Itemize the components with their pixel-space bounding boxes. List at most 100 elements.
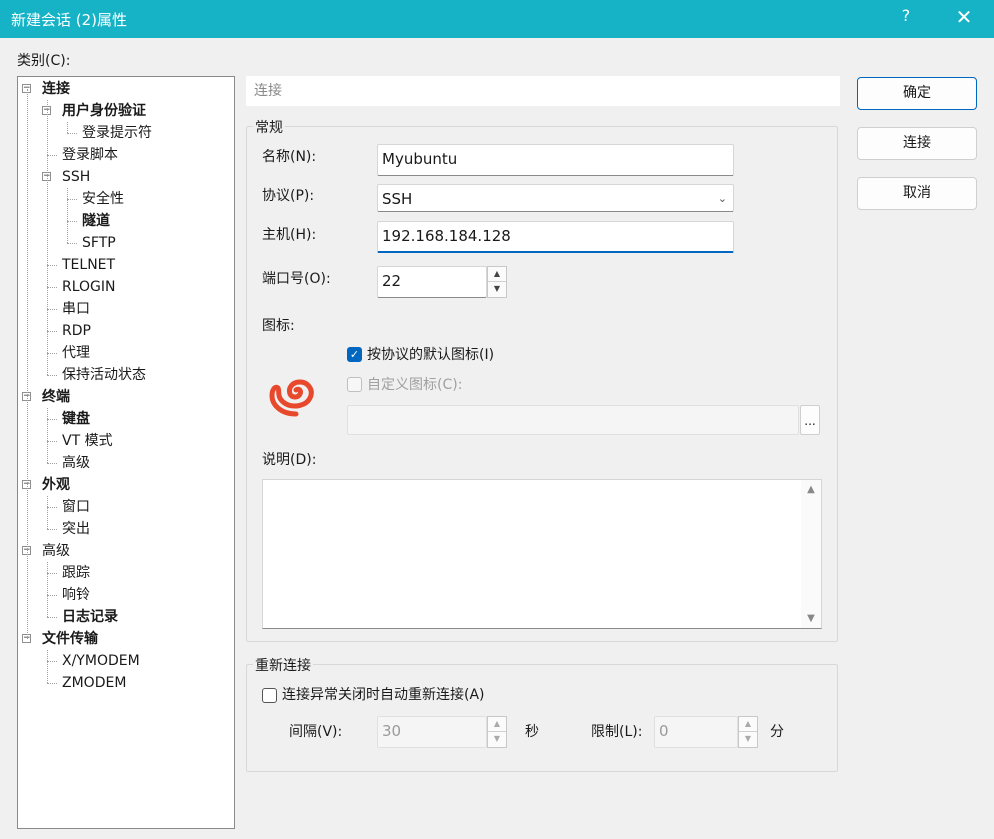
tree-connector	[47, 529, 57, 530]
category-label: 类别(C):	[17, 53, 71, 69]
tree-connector	[47, 331, 57, 332]
category-tree[interactable]: − 连接 − 用户身份验证 登录提示符 登录脚本 − SSH 安全性 隧道 SFTP TELNET RL…	[17, 76, 235, 829]
spin-up-icon[interactable]: ▲	[739, 717, 757, 732]
tree-item[interactable]: 高级	[42, 540, 70, 562]
limit-label: 限制(L):	[591, 724, 643, 740]
close-icon[interactable]: ✕	[952, 5, 976, 31]
tree-connector	[47, 661, 57, 662]
name-label: 名称(N):	[262, 149, 317, 165]
tree-item[interactable]: 连接	[42, 78, 70, 100]
tree-connector	[47, 309, 57, 310]
auto-reconnect-label[interactable]: 连接异常关闭时自动重新连接(A)	[282, 685, 485, 705]
spin-down-icon[interactable]: ▼	[488, 732, 506, 747]
interval-spinner[interactable]: ▲ ▼	[487, 716, 507, 748]
tree-item[interactable]: 文件传输	[42, 628, 98, 650]
custom-icon-path	[347, 405, 799, 435]
port-label: 端口号(O):	[262, 271, 331, 287]
spin-down-icon[interactable]: ▼	[488, 282, 506, 297]
window-title: 新建会话 (2)属性	[11, 11, 128, 29]
tree-guide	[47, 496, 48, 529]
tree-connector	[67, 133, 77, 134]
section-header: 连接	[246, 76, 840, 106]
description-label: 说明(D):	[262, 452, 317, 468]
tree-connector	[67, 221, 77, 222]
tree-item[interactable]: 代理	[62, 342, 90, 364]
tree-connector	[67, 243, 77, 244]
port-input[interactable]: 22	[377, 266, 487, 298]
tree-item[interactable]: VT 模式	[62, 430, 113, 452]
limit-unit: 分	[770, 724, 784, 740]
reconnect-group-title: 重新连接	[253, 655, 313, 675]
tree-item[interactable]: 隧道	[82, 210, 110, 232]
tree-item[interactable]: 键盘	[62, 408, 90, 430]
tree-item[interactable]: 高级	[62, 452, 90, 474]
spin-up-icon[interactable]: ▲	[488, 717, 506, 732]
tree-item[interactable]: RLOGIN	[62, 276, 116, 298]
host-input[interactable]: 192.168.184.128	[377, 221, 734, 253]
port-spinner[interactable]: ▲ ▼	[487, 266, 507, 298]
limit-spinner[interactable]: ▲ ▼	[738, 716, 758, 748]
tree-item[interactable]: 保持活动状态	[62, 364, 146, 386]
custom-icon-checkbox[interactable]	[347, 377, 362, 392]
description-scrollbar[interactable]: ▲ ▼	[801, 480, 821, 628]
tree-item[interactable]: X/YMODEM	[62, 650, 140, 672]
description-textarea[interactable]: ▲ ▼	[262, 479, 822, 629]
tree-item[interactable]: 窗口	[62, 496, 90, 518]
name-input[interactable]: Myubuntu	[377, 144, 734, 176]
tree-connector	[47, 265, 57, 266]
host-label: 主机(H):	[262, 227, 317, 243]
general-group-title: 常规	[253, 117, 285, 137]
tree-item[interactable]: 用户身份验证	[62, 100, 146, 122]
tree-item[interactable]: RDP	[62, 320, 91, 342]
tree-guide	[27, 89, 28, 639]
protocol-value: SSH	[382, 190, 413, 208]
tree-connector	[47, 419, 57, 420]
tree-item[interactable]: ZMODEM	[62, 672, 126, 694]
scroll-up-icon[interactable]: ▲	[801, 484, 821, 495]
interval-input[interactable]: 30	[377, 716, 487, 748]
tree-item[interactable]: SFTP	[82, 232, 116, 254]
tree-connector	[47, 375, 57, 376]
help-icon[interactable]: ?	[896, 6, 916, 30]
tree-connector	[47, 287, 57, 288]
tree-item[interactable]: 响铃	[62, 584, 90, 606]
tree-connector	[47, 595, 57, 596]
tree-item[interactable]: TELNET	[62, 254, 115, 276]
spin-up-icon[interactable]: ▲	[488, 267, 506, 282]
tree-item[interactable]: 突出	[62, 518, 90, 540]
ok-button[interactable]: 确定	[857, 77, 977, 110]
tree-item[interactable]: SSH	[62, 166, 90, 188]
tree-connector	[47, 155, 57, 156]
tree-item[interactable]: 登录提示符	[82, 122, 152, 144]
tree-item[interactable]: 外观	[42, 474, 70, 496]
interval-label: 间隔(V):	[289, 724, 343, 740]
tree-item[interactable]: 跟踪	[62, 562, 90, 584]
tree-item[interactable]: 日志记录	[62, 606, 118, 628]
tree-item[interactable]: 终端	[42, 386, 70, 408]
tree-item[interactable]: 安全性	[82, 188, 124, 210]
tree-guide	[47, 100, 48, 375]
tree-connector	[47, 683, 57, 684]
auto-reconnect-checkbox[interactable]	[262, 688, 277, 703]
custom-icon-label: 自定义图标(C):	[367, 377, 463, 393]
tree-connector	[47, 507, 57, 508]
limit-input[interactable]: 0	[654, 716, 738, 748]
title-bar: 新建会话 (2)属性 ? ✕	[0, 0, 994, 38]
tree-connector	[47, 573, 57, 574]
browse-button[interactable]: ...	[800, 405, 820, 435]
default-icon-checkbox[interactable]: ✓	[347, 347, 362, 362]
default-icon-label[interactable]: 按协议的默认图标(I)	[367, 345, 494, 365]
icon-label: 图标:	[262, 318, 295, 334]
tree-connector	[47, 353, 57, 354]
tree-item[interactable]: 登录脚本	[62, 144, 118, 166]
chevron-down-icon: ⌄	[717, 192, 727, 205]
cancel-button[interactable]: 取消	[857, 177, 977, 210]
tree-connector	[47, 617, 57, 618]
protocol-select[interactable]: SSH ⌄	[377, 184, 734, 212]
tree-connector	[47, 463, 57, 464]
tree-guide	[67, 188, 68, 243]
tree-item[interactable]: 串口	[62, 298, 90, 320]
scroll-down-icon[interactable]: ▼	[801, 613, 821, 624]
spin-down-icon[interactable]: ▼	[739, 732, 757, 747]
connect-button[interactable]: 连接	[857, 127, 977, 160]
